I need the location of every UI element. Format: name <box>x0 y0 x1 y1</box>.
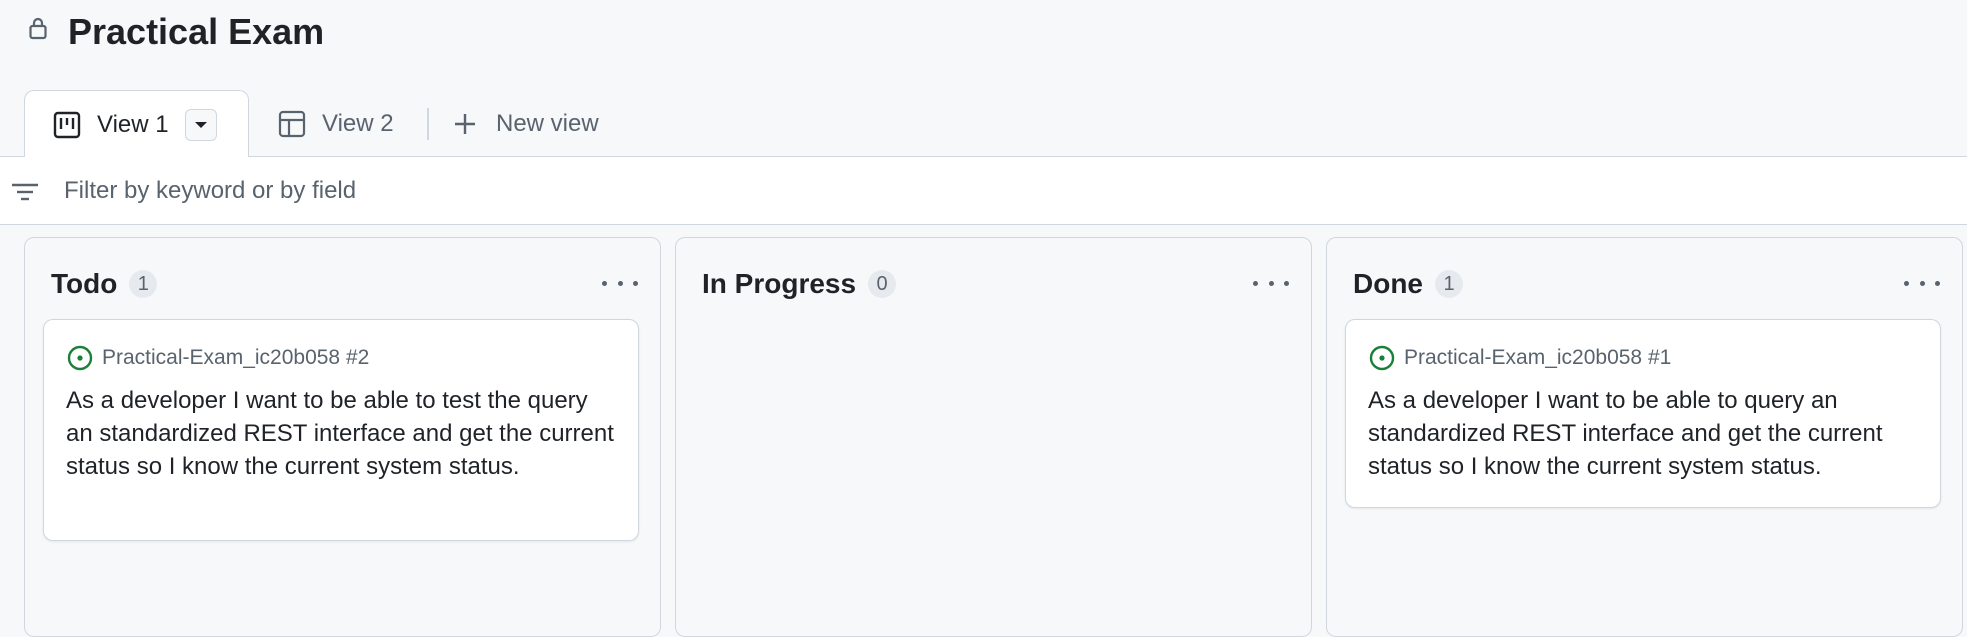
issue-reference-link[interactable]: Practical-Exam_ic20b058 #1 <box>1404 346 1671 370</box>
new-view-button[interactable]: New view <box>452 90 599 157</box>
kebab-dot <box>1935 280 1940 286</box>
kebab-dot <box>1253 280 1258 286</box>
card-title[interactable]: As a developer I want to be able to quer… <box>1368 384 1918 483</box>
tab-divider <box>427 108 429 140</box>
filter-input[interactable] <box>64 171 1864 211</box>
kebab-dot <box>633 280 638 286</box>
column-todo: Todo 1 Practical-Exam_ic20b058 #2 As a de… <box>24 237 661 637</box>
column-count-badge: 1 <box>1435 270 1463 298</box>
tab-label: New view <box>496 109 599 137</box>
tab-view-2[interactable]: View 2 <box>278 90 394 157</box>
card-meta: Practical-Exam_ic20b058 #2 <box>66 342 616 374</box>
project-header: Practical Exam <box>0 0 1967 64</box>
column-done: Done 1 Practical-Exam_ic20b058 #1 As a de… <box>1326 237 1963 637</box>
kebab-dot <box>1904 280 1909 286</box>
column-title: In Progress <box>702 268 857 299</box>
plus-icon <box>455 113 475 134</box>
tab-label: View 1 <box>97 110 169 138</box>
view-options-button[interactable] <box>184 108 217 141</box>
view-tabs: View 1 View 2 New view <box>0 90 1967 158</box>
column-title: Done <box>1353 268 1423 299</box>
table-icon <box>278 110 306 137</box>
column-title: Todo <box>51 268 118 299</box>
lock-icon <box>29 17 47 40</box>
column-menu-button[interactable] <box>602 268 638 298</box>
column-header: Done 1 <box>1327 238 1962 318</box>
column-header: In Progress 0 <box>676 238 1311 318</box>
tab-view-1[interactable]: View 1 <box>24 90 249 158</box>
kebab-dot <box>602 280 607 286</box>
filter-icon[interactable] <box>10 178 40 206</box>
page-title: Practical Exam <box>68 11 325 52</box>
board-icon <box>53 111 81 138</box>
column-menu-button[interactable] <box>1904 268 1940 298</box>
issue-reference-link[interactable]: Practical-Exam_ic20b058 #2 <box>102 346 369 370</box>
card-title[interactable]: As a developer I want to be able to test… <box>66 384 616 483</box>
column-in-progress: In Progress 0 <box>675 237 1312 637</box>
column-menu-button[interactable] <box>1253 268 1289 298</box>
kebab-dot <box>1919 280 1925 286</box>
column-count-badge: 0 <box>868 270 897 298</box>
column-header: Todo 1 <box>25 238 660 318</box>
triangle-down-icon <box>194 121 207 128</box>
tab-label: View 2 <box>322 109 394 137</box>
card-meta: Practical-Exam_ic20b058 #1 <box>1368 342 1918 374</box>
kebab-dot <box>1268 280 1274 286</box>
issue-card[interactable]: Practical-Exam_ic20b058 #1 As a develope… <box>1345 319 1941 508</box>
open-issue-icon <box>67 345 93 371</box>
column-count-badge: 1 <box>129 270 158 298</box>
kebab-dot <box>617 280 623 286</box>
filter-bar <box>0 157 1967 225</box>
issue-card[interactable]: Practical-Exam_ic20b058 #2 As a develope… <box>43 319 639 541</box>
kebab-dot <box>1284 280 1289 286</box>
open-issue-icon <box>1369 345 1395 371</box>
